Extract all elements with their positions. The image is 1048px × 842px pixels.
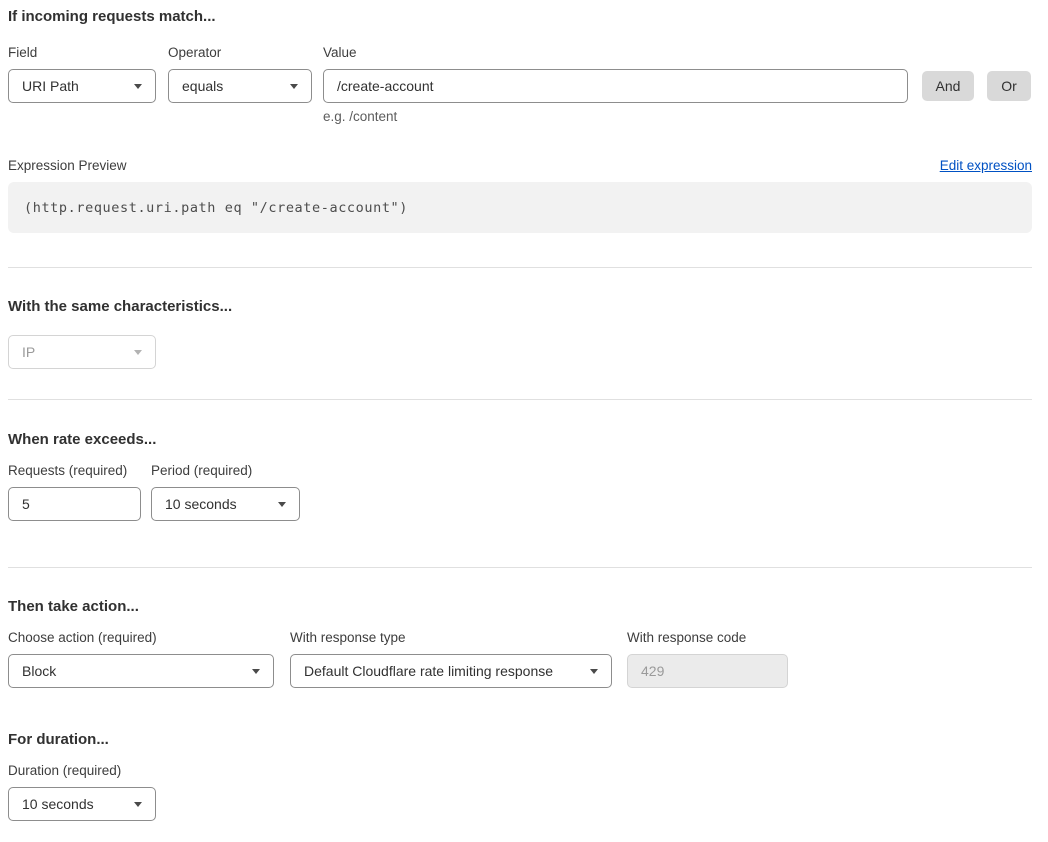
or-button[interactable]: Or: [987, 71, 1031, 101]
response-type-label: With response type: [290, 630, 612, 646]
choose-action-select[interactable]: Block: [8, 654, 274, 688]
and-button[interactable]: And: [922, 71, 974, 101]
operator-select[interactable]: equals: [168, 69, 312, 103]
requests-label: Requests (required): [8, 463, 141, 479]
chevron-down-icon: [590, 669, 598, 674]
choose-action-label: Choose action (required): [8, 630, 274, 646]
chevron-down-icon: [134, 802, 142, 807]
choose-action-select-value: Block: [22, 663, 56, 679]
field-select-value: URI Path: [22, 78, 79, 94]
rate-row: Requests (required) Period (required) 10…: [8, 463, 1032, 521]
chevron-down-icon: [252, 669, 260, 674]
duration-col: Duration (required) 10 seconds: [8, 763, 156, 821]
requests-input[interactable]: [8, 487, 141, 521]
period-select-value: 10 seconds: [165, 496, 237, 512]
section-divider: [8, 267, 1032, 268]
chevron-down-icon: [134, 84, 142, 89]
value-label: Value: [323, 45, 908, 61]
value-input[interactable]: [323, 69, 908, 103]
response-code-label: With response code: [627, 630, 788, 646]
duration-select-value: 10 seconds: [22, 796, 94, 812]
duration-select[interactable]: 10 seconds: [8, 787, 156, 821]
characteristic-select-value: IP: [22, 344, 35, 360]
action-row: Choose action (required) Block With resp…: [8, 630, 1032, 688]
section-divider: [8, 399, 1032, 400]
response-type-select-value: Default Cloudflare rate limiting respons…: [304, 663, 553, 679]
value-hint: e.g. /content: [323, 109, 908, 125]
duration-label: Duration (required): [8, 763, 156, 779]
operator-label: Operator: [168, 45, 312, 61]
response-type-select[interactable]: Default Cloudflare rate limiting respons…: [290, 654, 612, 688]
match-expression-row: Field URI Path Operator equals Value e.g…: [8, 45, 1032, 125]
action-section-heading: Then take action...: [8, 597, 1032, 616]
field-select[interactable]: URI Path: [8, 69, 156, 103]
rate-limiting-rule-form: If incoming requests match... Field URI …: [0, 0, 1040, 821]
chevron-down-icon: [290, 84, 298, 89]
characteristics-section-heading: With the same characteristics...: [8, 297, 1032, 316]
section-divider: [8, 567, 1032, 568]
expression-preview-label: Expression Preview: [8, 158, 127, 173]
expression-preview-code: (http.request.uri.path eq "/create-accou…: [8, 182, 1032, 233]
response-code-input: [627, 654, 788, 688]
characteristic-select: IP: [8, 335, 156, 369]
operator-select-value: equals: [182, 78, 223, 94]
period-label: Period (required): [151, 463, 300, 479]
chevron-down-icon: [134, 350, 142, 355]
chevron-down-icon: [278, 502, 286, 507]
rate-section-heading: When rate exceeds...: [8, 430, 1032, 449]
match-section-heading: If incoming requests match...: [8, 7, 1032, 26]
expression-preview-header: Expression Preview Edit expression: [8, 158, 1032, 173]
period-select[interactable]: 10 seconds: [151, 487, 300, 521]
field-label: Field: [8, 45, 156, 61]
edit-expression-link[interactable]: Edit expression: [940, 158, 1032, 173]
duration-section-heading: For duration...: [8, 730, 1032, 749]
